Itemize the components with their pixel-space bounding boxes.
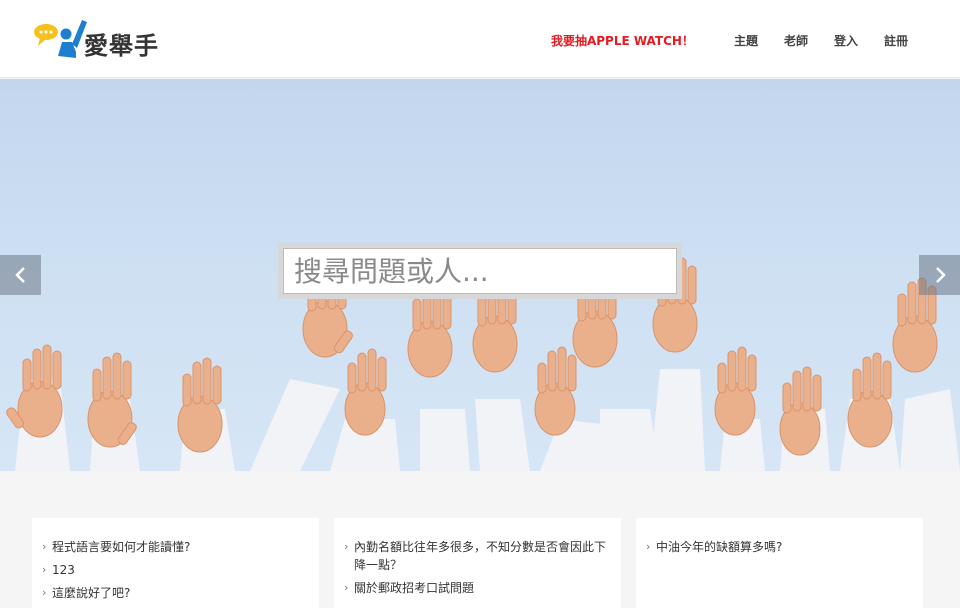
question-card: › 內勤名額比往年多很多，不知分數是否會因此下降一點？ › 關於郵政招考口試問題 [334,518,621,608]
question-item[interactable]: › 程式語言要如何才能讀懂? [42,538,309,556]
question-item[interactable]: › 123 [42,561,309,579]
nav-item-teachers[interactable]: 老師 [772,28,820,53]
question-list: › 程式語言要如何才能讀懂? › 123 › 這麼說好了吧? [42,538,309,602]
question-card: › 程式語言要如何才能讀懂? › 123 › 這麼說好了吧? [32,518,319,608]
hero-carousel [0,79,960,471]
nav-item-topics[interactable]: 主題 [722,28,770,53]
bullet-arrow-icon: › [42,586,47,599]
chevron-left-icon [14,267,25,283]
nav-item-login[interactable]: 登入 [822,28,870,53]
question-list: › 中油今年的缺額算多嗎? [646,538,913,556]
question-item[interactable]: › 這麼說好了吧? [42,584,309,602]
chevron-right-icon [935,267,946,283]
search-box [278,243,682,299]
carousel-next-button[interactable] [919,255,960,295]
hand-raise-logo-icon [34,20,87,58]
question-item[interactable]: › 關於郵政招考口試問題 [344,579,611,597]
search-input[interactable] [283,248,677,294]
site-header: 愛舉手 我要抽APPLE WATCH！ 主題 老師 登入 註冊 [0,0,960,78]
brand-name: 愛舉手 [84,31,159,60]
bullet-arrow-icon: › [344,540,349,553]
question-card: › 中油今年的缺額算多嗎? [636,518,923,608]
site-logo[interactable]: 愛舉手 [32,16,159,62]
question-section: › 程式語言要如何才能讀懂? › 123 › 這麼說好了吧? › 內勤名額比往年多很多，… [0,471,960,608]
question-list: › 內勤名額比往年多很多，不知分數是否會因此下降一點？ › 關於郵政招考口試問題 [344,538,611,597]
question-item[interactable]: › 中油今年的缺額算多嗎? [646,538,913,556]
question-item[interactable]: › 內勤名額比往年多很多，不知分數是否會因此下降一點？ [344,538,611,574]
nav-promo-link[interactable]: 我要抽APPLE WATCH！ [539,28,706,53]
bullet-arrow-icon: › [646,540,651,553]
bullet-arrow-icon: › [344,581,349,594]
main-nav: 我要抽APPLE WATCH！ 主題 老師 登入 註冊 [537,28,920,53]
bullet-arrow-icon: › [42,563,47,576]
nav-item-register[interactable]: 註冊 [872,28,920,53]
bullet-arrow-icon: › [42,540,47,553]
carousel-prev-button[interactable] [0,255,41,295]
